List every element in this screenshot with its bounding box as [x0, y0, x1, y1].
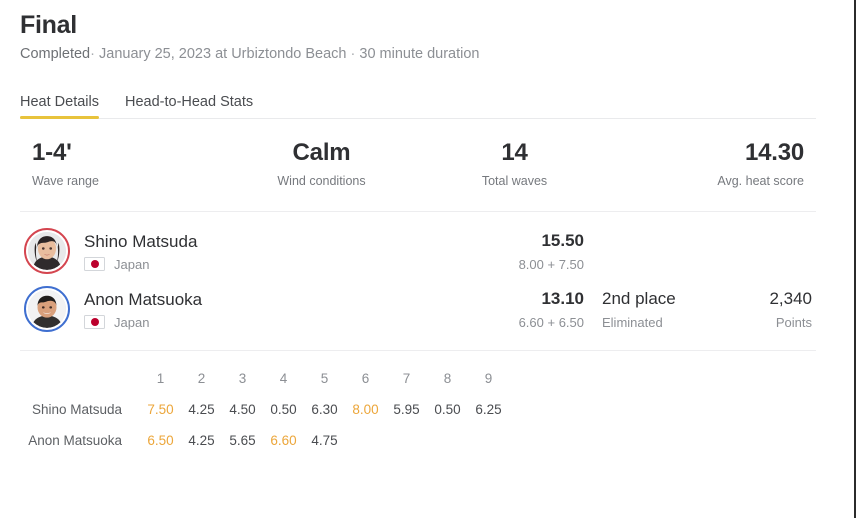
condition-value: 1-4' [32, 139, 72, 166]
points-value: 2,340 [769, 288, 812, 308]
result-points [702, 230, 812, 236]
athlete-result: 15.50 8.00 + 7.50 [466, 230, 812, 273]
heat-duration: 30 minute duration [359, 46, 480, 62]
total-score: 15.50 [541, 230, 584, 250]
condition-label: Total waves [481, 174, 548, 188]
wave-score: 6.50 [147, 432, 174, 448]
wave-score: 4.25 [188, 432, 215, 448]
subtitle-separator-1: · [90, 46, 95, 62]
condition-avg-heat-score: 14.30 Avg. heat score [611, 139, 816, 189]
heat-detail-panel: Final Completed· January 25, 2023 at Urb… [0, 0, 856, 518]
wave-score: 4.75 [311, 432, 338, 448]
athlete-row[interactable]: Shino Matsuda Japan 15.50 8.00 + 7.50 [20, 222, 816, 280]
wave-number: 1 [156, 370, 165, 386]
athlete-name: Anon Matsuoka [84, 289, 203, 309]
tab-heat-details[interactable]: Heat Details [20, 94, 99, 119]
wave-row-athlete: Anon Matsuoka [28, 433, 122, 448]
wave-score-table: 1 2 3 4 5 6 7 8 9 Shino Matsuda 7.50 4.25… [20, 351, 816, 456]
wave-score: 4.25 [188, 401, 215, 417]
heat-subtitle: Completed· January 25, 2023 at Urbiztond… [20, 43, 816, 65]
wave-number: 9 [484, 370, 493, 386]
page-title: Final [20, 11, 77, 39]
wave-table-header: 1 2 3 4 5 6 7 8 9 [20, 363, 816, 394]
athlete-nation: Japan [84, 315, 324, 330]
wave-row-athlete: Shino Matsuda [31, 402, 122, 417]
flag-sun-shape [90, 260, 99, 268]
athlete-list: Shino Matsuda Japan 15.50 8.00 + 7.50 An… [20, 212, 816, 351]
wave-score: 0.50 [270, 401, 297, 417]
points-label: Points [775, 314, 812, 330]
place-status: Eliminated [602, 314, 663, 330]
jersey-ring [24, 228, 70, 274]
condition-label: Wind conditions [277, 174, 366, 188]
conditions-summary: 1-4' Wave range Calm Wind conditions 14 … [20, 119, 816, 212]
wave-number: 2 [197, 370, 206, 386]
heat-date-location: January 25, 2023 at Urbiztondo Beach [99, 46, 347, 62]
wave-number: 4 [279, 370, 288, 386]
wave-score-cells: 6.50 4.25 5.65 6.60 4.75 [140, 432, 345, 450]
wave-score: 4.50 [229, 401, 256, 417]
athlete-row[interactable]: Anon Matsuoka Japan 13.10 6.60 + 6.50 2n… [20, 280, 816, 338]
wave-score: 5.95 [393, 401, 420, 417]
flag-sun-shape [90, 318, 99, 326]
wave-table-row: Anon Matsuoka 6.50 4.25 5.65 6.60 4.75 [20, 425, 816, 456]
result-place: 2nd place Eliminated [584, 288, 702, 331]
condition-label: Wave range [32, 174, 99, 188]
condition-label: Avg. heat score [717, 174, 804, 188]
condition-value: 14 [501, 139, 528, 166]
avatar [28, 290, 66, 328]
athlete-result: 13.10 6.60 + 6.50 2nd place Eliminated 2… [466, 288, 812, 331]
result-place [584, 230, 702, 236]
result-total: 15.50 8.00 + 7.50 [466, 230, 584, 273]
total-score: 13.10 [541, 288, 584, 308]
place-label: 2nd place [602, 288, 676, 308]
athlete-identity: Shino Matsuda Japan [84, 231, 324, 272]
total-breakdown: 8.00 + 7.50 [518, 256, 584, 272]
wave-score: 0.50 [434, 401, 461, 417]
wave-score: 6.25 [475, 401, 502, 417]
page-content: Final Completed· January 25, 2023 at Urb… [0, 0, 836, 518]
jersey-ring [24, 286, 70, 332]
wave-table-row: Shino Matsuda 7.50 4.25 4.50 0.50 6.30 8.00 5.… [20, 394, 816, 425]
wave-number: 5 [320, 370, 329, 386]
wave-score: 7.50 [147, 401, 174, 417]
wave-number: 7 [402, 370, 411, 386]
wave-number-cells: 1 2 3 4 5 6 7 8 9 [140, 370, 509, 388]
avatar-photo-anon-matsuoka [28, 290, 66, 328]
athlete-identity: Anon Matsuoka Japan [84, 289, 324, 330]
flag-japan-icon [84, 315, 105, 329]
avatar [28, 232, 66, 270]
wave-score: 8.00 [352, 401, 379, 417]
wave-number: 6 [361, 370, 370, 386]
wave-score: 6.60 [270, 432, 297, 448]
tab-head-to-head-stats[interactable]: Head-to-Head Stats [125, 94, 253, 119]
nation-label: Japan [114, 314, 150, 330]
condition-wave-range: 1-4' Wave range [20, 139, 225, 189]
wave-score: 6.30 [311, 401, 338, 417]
athlete-nation: Japan [84, 257, 324, 272]
athlete-name: Shino Matsuda [84, 231, 198, 251]
result-points: 2,340 Points [702, 288, 812, 331]
condition-value: 14.30 [744, 139, 804, 166]
wave-number: 8 [443, 370, 452, 386]
wave-number: 3 [238, 370, 247, 386]
total-breakdown: 6.60 + 6.50 [518, 314, 584, 330]
wave-score-cells: 7.50 4.25 4.50 0.50 6.30 8.00 5.95 0.50 6.25 [140, 401, 509, 419]
condition-wind: Calm Wind conditions [225, 139, 418, 189]
wave-score: 5.65 [229, 432, 256, 448]
nation-label: Japan [114, 256, 150, 272]
result-total: 13.10 6.60 + 6.50 [466, 288, 584, 331]
subtitle-separator-2: · [350, 46, 356, 62]
condition-total-waves: 14 Total waves [418, 139, 611, 189]
condition-value: Calm [292, 139, 351, 166]
flag-japan-icon [84, 257, 105, 271]
heat-status: Completed [20, 46, 91, 62]
tab-bar: Heat Details Head-to-Head Stats [20, 83, 816, 119]
avatar-photo-shino-matsuda [28, 232, 66, 270]
